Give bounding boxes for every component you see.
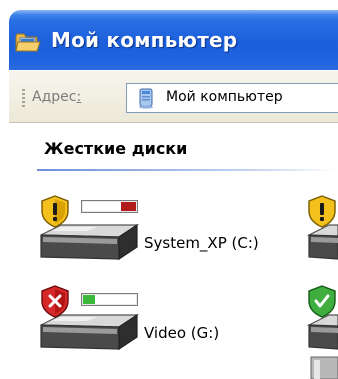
ok-shield-icon: [308, 285, 336, 318]
warning-shield-icon: [308, 195, 336, 228]
address-label-text: Адрес: [32, 89, 77, 105]
group-header-hard-drives: Жесткие диски: [44, 139, 188, 158]
error-shield-icon: [41, 285, 69, 318]
address-input[interactable]: Мой компьютер: [126, 83, 338, 113]
toolbar-grip[interactable]: [22, 89, 25, 107]
folder-icon: [15, 33, 41, 52]
group-divider: [37, 169, 338, 171]
drive-capacity-fill: [121, 202, 136, 211]
drive-capacity-fill: [83, 295, 95, 304]
drive-label: System_XP (C:): [144, 234, 259, 252]
drive-capacity-bar: [81, 293, 138, 306]
drive-label: Video (G:): [144, 324, 220, 342]
content-pane: Жесткие диски System_XP (C:) Video (G:): [9, 123, 338, 379]
warning-shield-icon: [41, 195, 69, 228]
address-label-accelerator: :: [76, 89, 82, 105]
address-label: Адрес:: [32, 89, 81, 105]
window-title: Мой компьютер: [51, 28, 238, 52]
address-toolbar: Адрес: Мой компьютер: [9, 70, 338, 123]
drive-capacity-bar: [81, 200, 138, 213]
my-computer-icon: [139, 88, 153, 109]
title-bar[interactable]: Мой компьютер: [9, 10, 338, 70]
device-icon-partial[interactable]: [309, 355, 338, 379]
address-value: Мой компьютер: [166, 89, 283, 105]
